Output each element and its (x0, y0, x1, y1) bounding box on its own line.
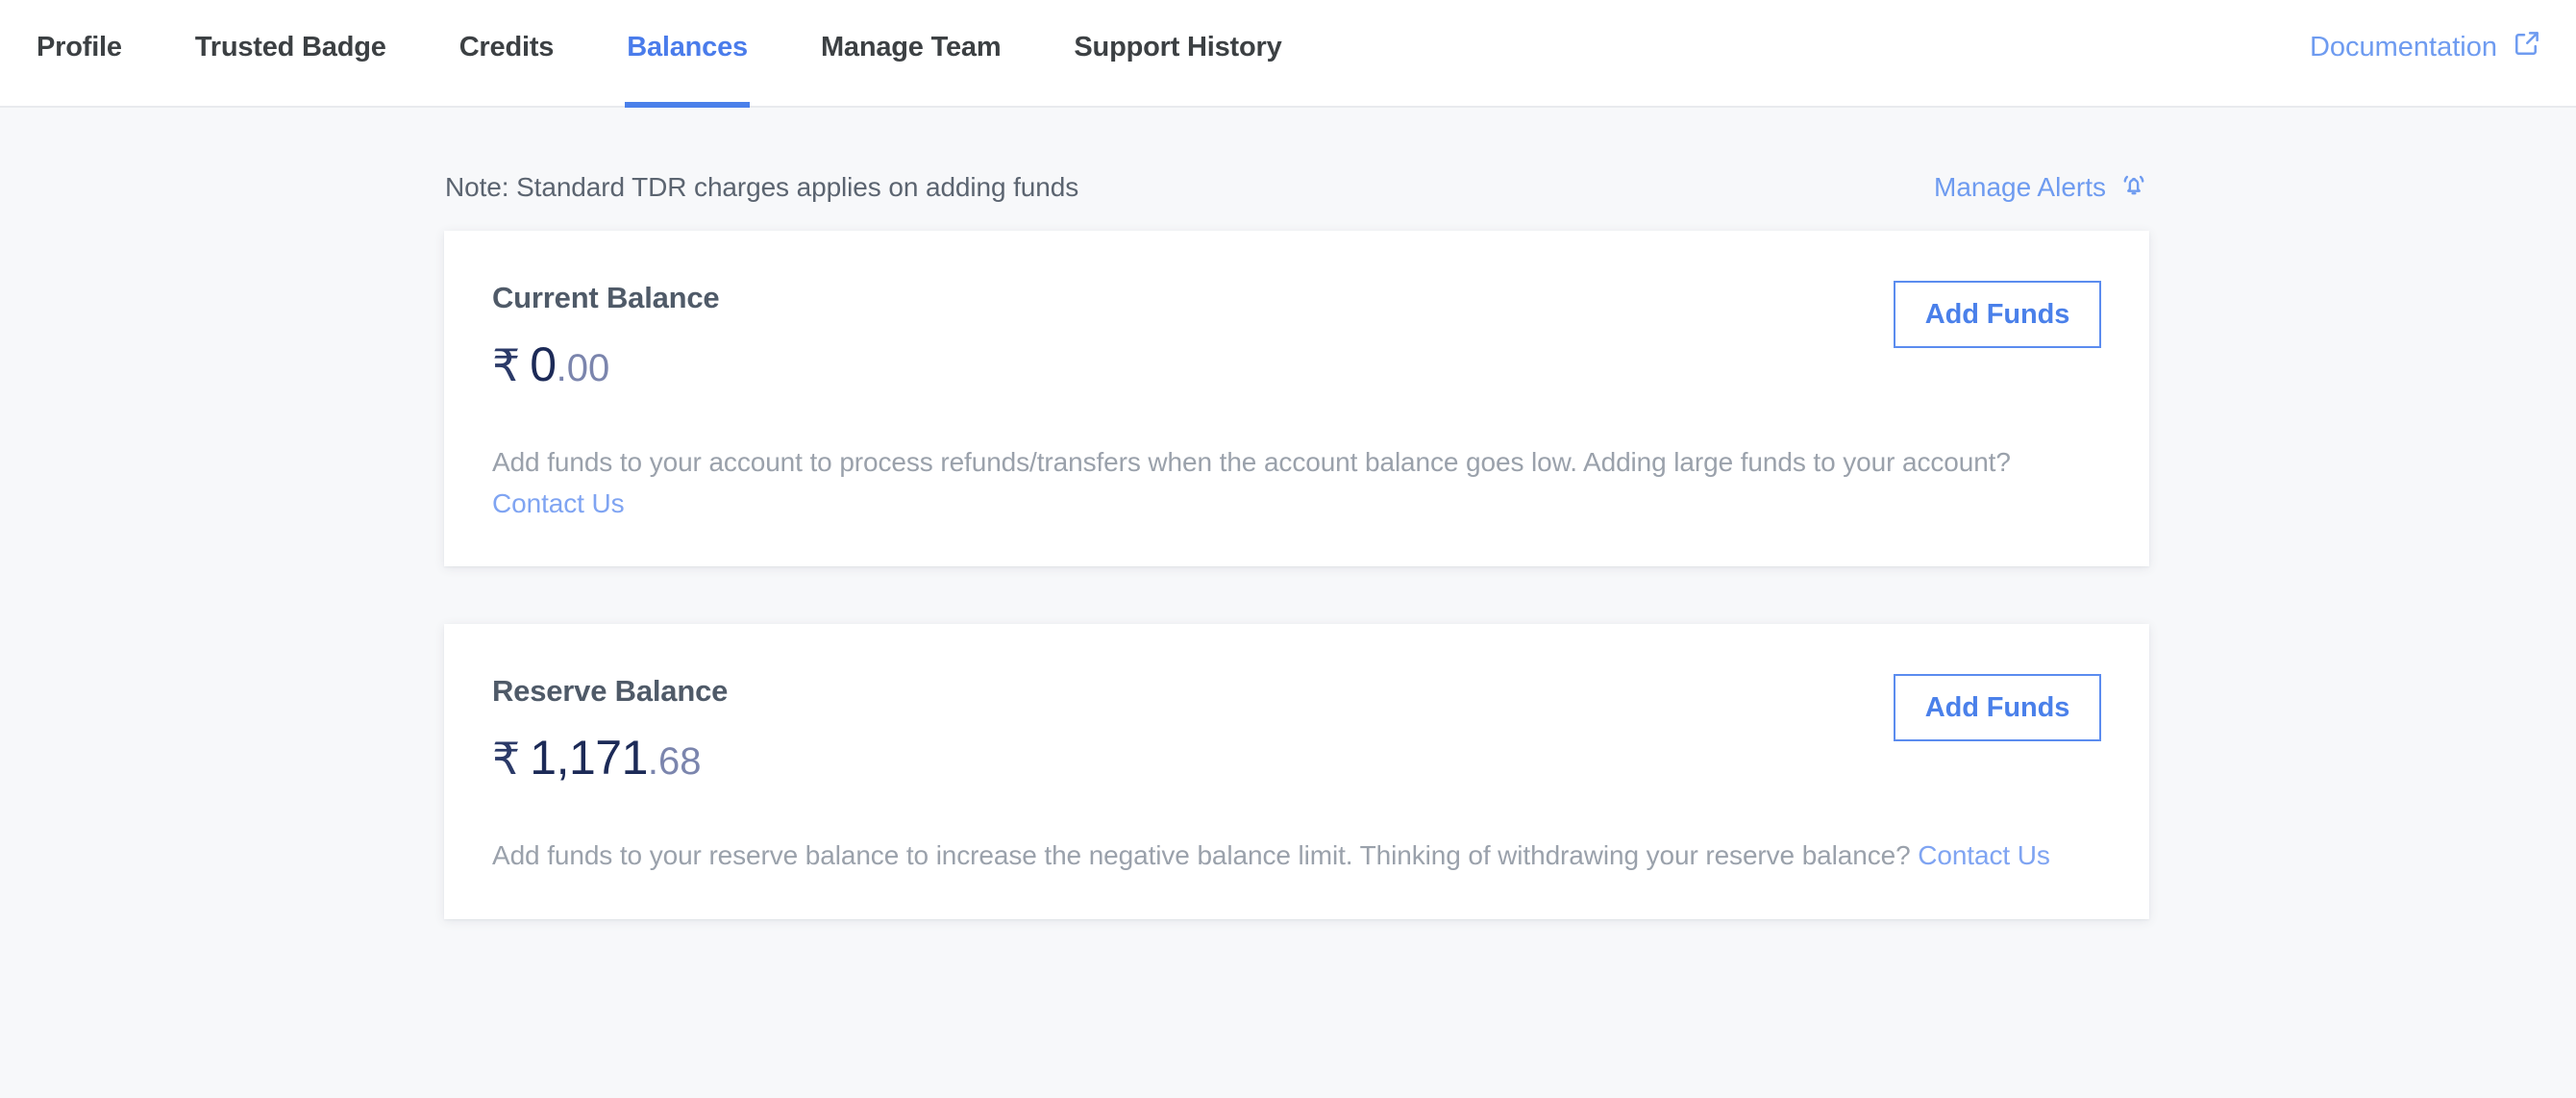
tab-credits[interactable]: Credits (459, 0, 555, 108)
add-funds-button-current[interactable]: Add Funds (1894, 281, 2101, 348)
tab-credits-label: Credits (459, 32, 555, 63)
tab-balances[interactable]: Balances (627, 0, 748, 108)
current-balance-title: Current Balance (492, 281, 719, 315)
tab-trusted-badge[interactable]: Trusted Badge (195, 0, 386, 108)
reserve-balance-title: Reserve Balance (492, 674, 728, 709)
current-balance-amount-integer: 0 (530, 337, 556, 391)
currency-symbol: ₹ (492, 734, 520, 784)
reserve-balance-description-text: Add funds to your reserve balance to inc… (492, 840, 1918, 870)
reserve-balance-card-header: Reserve Balance ₹1,171.68 Add Funds (492, 674, 2101, 782)
reserve-balance-info: Reserve Balance ₹1,171.68 (492, 674, 728, 782)
contact-us-link-current[interactable]: Contact Us (492, 488, 625, 518)
current-balance-amount-decimal: .00 (557, 347, 610, 389)
manage-alerts-label: Manage Alerts (1934, 172, 2106, 203)
tab-balances-label: Balances (627, 32, 748, 63)
tdr-note-text: Note: Standard TDR charges applies on ad… (445, 172, 1078, 203)
current-balance-description: Add funds to your account to process ref… (492, 442, 2101, 524)
reserve-balance-card: Reserve Balance ₹1,171.68 Add Funds Add … (444, 624, 2149, 919)
tab-support-history-label: Support History (1074, 32, 1281, 63)
balances-container: Note: Standard TDR charges applies on ad… (444, 108, 2149, 919)
note-row: Note: Standard TDR charges applies on ad… (444, 152, 2149, 223)
add-funds-button-reserve[interactable]: Add Funds (1894, 674, 2101, 741)
external-link-icon (2513, 29, 2541, 65)
tab-profile-label: Profile (37, 32, 122, 63)
reserve-balance-amount-integer: 1,171 (530, 731, 648, 785)
current-balance-info: Current Balance ₹0.00 (492, 281, 719, 388)
top-navigation-bar: Profile Trusted Badge Credits Balances M… (0, 0, 2576, 108)
reserve-balance-amount-decimal: .68 (648, 740, 702, 783)
reserve-balance-amount: ₹1,171.68 (492, 734, 728, 782)
documentation-label: Documentation (2310, 32, 2497, 63)
balances-page-content: Note: Standard TDR charges applies on ad… (0, 108, 2576, 1098)
tab-profile[interactable]: Profile (37, 0, 122, 108)
current-balance-card-header: Current Balance ₹0.00 Add Funds (492, 281, 2101, 388)
current-balance-card: Current Balance ₹0.00 Add Funds Add fund… (444, 231, 2149, 566)
documentation-link[interactable]: Documentation (2310, 0, 2541, 108)
tab-list: Profile Trusted Badge Credits Balances M… (37, 0, 1282, 108)
current-balance-amount: ₹0.00 (492, 340, 719, 388)
tab-trusted-badge-label: Trusted Badge (195, 32, 386, 63)
reserve-balance-description: Add funds to your reserve balance to inc… (492, 836, 2101, 877)
currency-symbol: ₹ (492, 340, 520, 390)
tab-manage-team[interactable]: Manage Team (821, 0, 1001, 108)
bell-alert-icon (2119, 170, 2148, 206)
contact-us-link-reserve[interactable]: Contact Us (1918, 840, 2050, 870)
current-balance-description-text: Add funds to your account to process ref… (492, 447, 2011, 477)
manage-alerts-link[interactable]: Manage Alerts (1934, 170, 2148, 206)
tab-support-history[interactable]: Support History (1074, 0, 1281, 108)
tab-manage-team-label: Manage Team (821, 32, 1001, 63)
